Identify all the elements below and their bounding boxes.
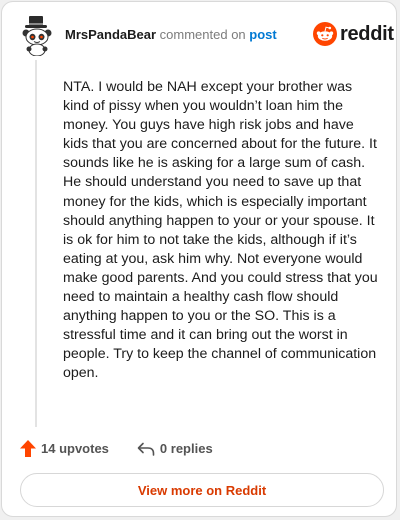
commented-on-text: commented on	[159, 27, 246, 42]
user-avatar[interactable]	[19, 16, 55, 57]
comment-header: MrsPandaBear commented on post	[65, 27, 277, 43]
post-link[interactable]: post	[249, 27, 276, 42]
comment-thread-line	[35, 60, 37, 427]
reply-button[interactable]: 0 replies	[137, 441, 213, 456]
username-link[interactable]: MrsPandaBear	[65, 27, 156, 42]
upvote-count: 14 upvotes	[41, 441, 109, 456]
reddit-wordmark: reddit	[340, 22, 394, 45]
reddit-snoo-icon	[313, 22, 337, 46]
embedded-comment-card: MrsPandaBear commented on post reddit NT…	[1, 1, 397, 517]
reply-arrow-icon	[137, 442, 155, 456]
upvote-button[interactable]: 14 upvotes	[20, 440, 109, 457]
view-more-on-reddit-button[interactable]: View more on Reddit	[20, 473, 384, 507]
upvote-arrow-icon	[20, 440, 36, 457]
comment-actions: 14 upvotes 0 replies	[20, 440, 213, 457]
reddit-logo[interactable]: reddit	[313, 22, 394, 46]
comment-body: NTA. I would be NAH except your brother …	[63, 79, 378, 382]
reply-count: 0 replies	[159, 441, 213, 456]
panda-snoo-avatar-icon	[22, 16, 52, 57]
